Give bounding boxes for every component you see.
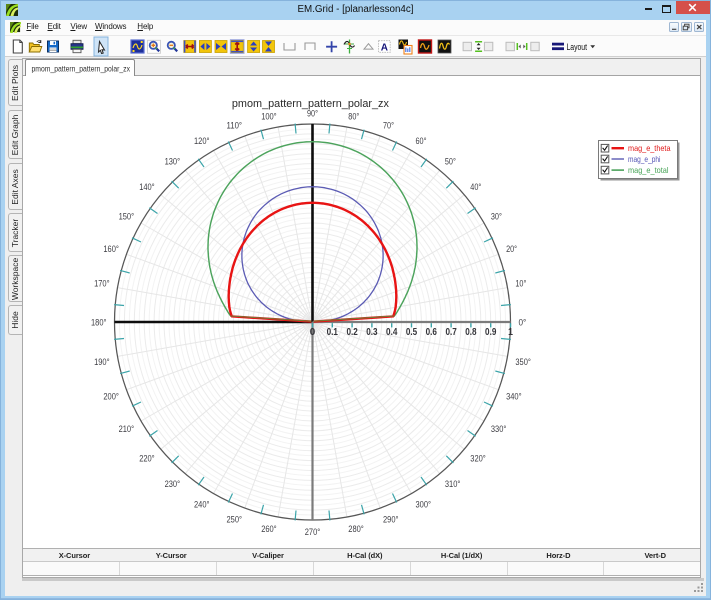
svg-text:10°: 10° <box>515 278 526 288</box>
svg-text:240°: 240° <box>194 499 210 509</box>
svg-text:0.2: 0.2 <box>346 327 358 338</box>
svg-text:200°: 200° <box>103 391 119 401</box>
svg-text:0.4: 0.4 <box>386 327 398 338</box>
svg-text:180°: 180° <box>91 317 107 327</box>
svg-text:230°: 230° <box>164 478 180 488</box>
svg-text:310°: 310° <box>444 478 460 488</box>
svg-text:50°: 50° <box>444 156 455 166</box>
svg-text:250°: 250° <box>226 514 242 524</box>
svg-text:pmom_pattern_pattern_polar_zx: pmom_pattern_pattern_polar_zx <box>231 98 388 110</box>
svg-text:1: 1 <box>508 327 513 338</box>
svg-text:0.1: 0.1 <box>326 327 338 338</box>
svg-text:160°: 160° <box>103 243 119 253</box>
svg-text:mag_e_theta: mag_e_theta <box>628 143 671 153</box>
svg-text:280°: 280° <box>348 523 364 533</box>
svg-text:140°: 140° <box>139 181 155 191</box>
svg-text:150°: 150° <box>118 211 134 221</box>
svg-text:60°: 60° <box>415 135 426 145</box>
svg-text:0.3: 0.3 <box>366 327 378 338</box>
svg-text:110°: 110° <box>226 120 242 130</box>
svg-text:210°: 210° <box>118 424 134 434</box>
svg-text:340°: 340° <box>506 391 522 401</box>
svg-text:130°: 130° <box>164 156 180 166</box>
svg-text:320°: 320° <box>470 453 486 463</box>
svg-text:0.7: 0.7 <box>445 327 457 338</box>
svg-text:100°: 100° <box>261 111 277 121</box>
svg-text:mag_e_total: mag_e_total <box>628 165 669 175</box>
svg-text:170°: 170° <box>94 278 110 288</box>
svg-text:350°: 350° <box>515 356 531 366</box>
svg-text:A: A <box>381 42 388 53</box>
svg-text:0.9: 0.9 <box>485 327 497 338</box>
svg-text:190°: 190° <box>94 356 110 366</box>
svg-text:270°: 270° <box>304 527 320 537</box>
svg-text:220°: 220° <box>139 453 155 463</box>
svg-text:0.6: 0.6 <box>425 327 437 338</box>
svg-text:0°: 0° <box>518 317 526 327</box>
svg-text:300°: 300° <box>415 499 431 509</box>
svg-text:pmom_pattern_pattern_polar_zx: pmom_pattern_pattern_polar_zx <box>31 65 130 74</box>
svg-text:0.8: 0.8 <box>465 327 477 338</box>
svg-text:290°: 290° <box>383 514 399 524</box>
svg-text:260°: 260° <box>261 523 277 533</box>
svg-text:Layout: Layout <box>567 41 588 51</box>
svg-text:330°: 330° <box>490 424 506 434</box>
svg-text:120°: 120° <box>194 135 210 145</box>
svg-text:30°: 30° <box>490 211 501 221</box>
svg-text:40°: 40° <box>470 181 481 191</box>
svg-text:80°: 80° <box>348 111 359 121</box>
svg-text:70°: 70° <box>383 120 394 130</box>
svg-text:0.5: 0.5 <box>405 327 417 338</box>
svg-text:mag_e_phi: mag_e_phi <box>628 154 661 164</box>
svg-text:0: 0 <box>309 327 315 338</box>
svg-text:20°: 20° <box>506 243 517 253</box>
